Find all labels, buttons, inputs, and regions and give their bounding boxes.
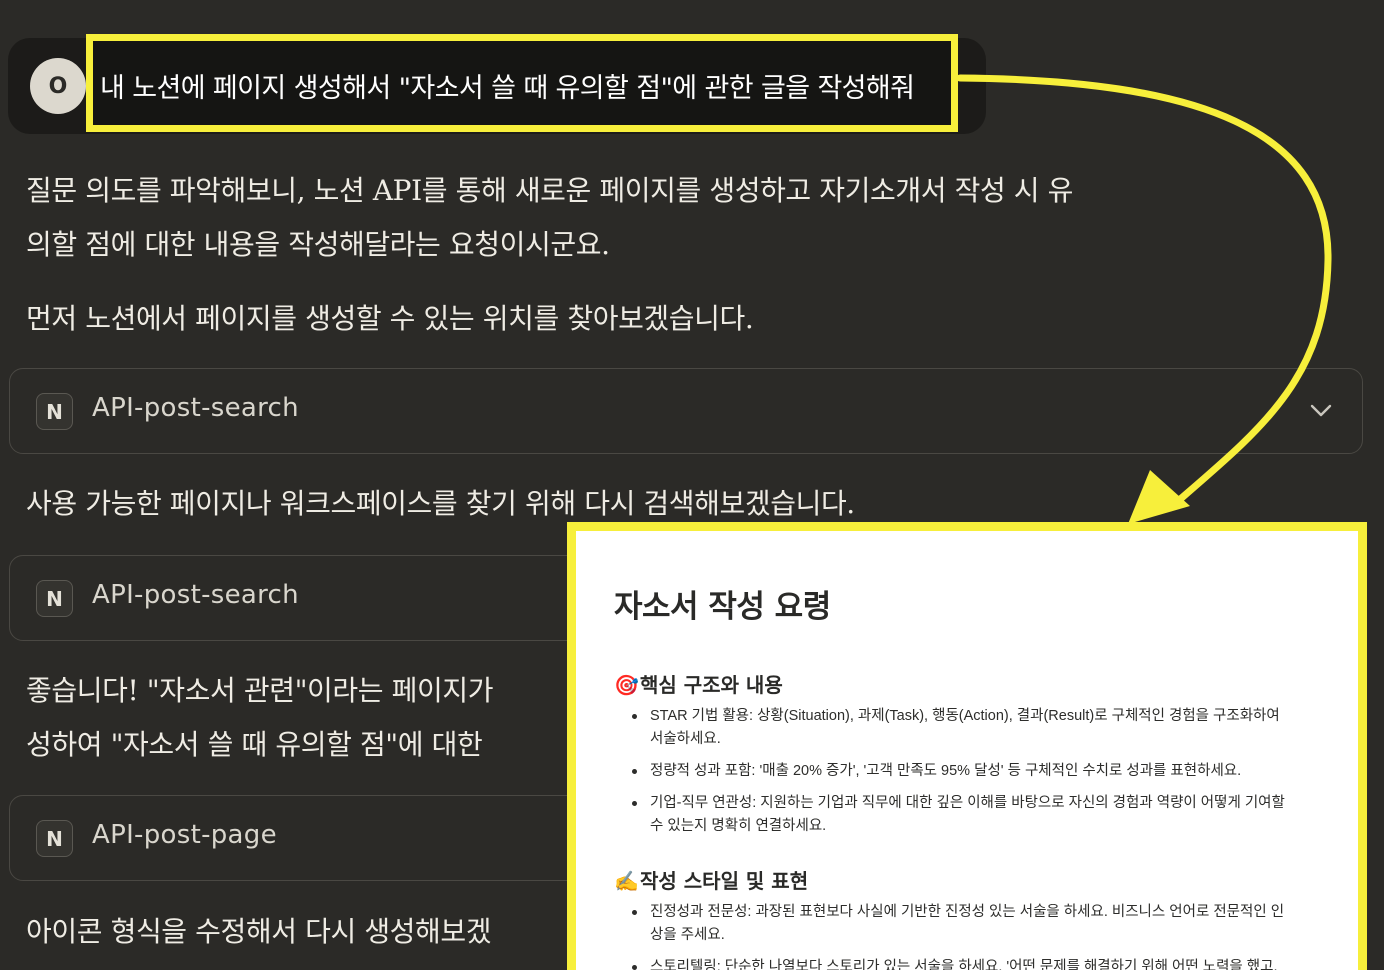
user-avatar[interactable]: O bbox=[30, 58, 86, 114]
list-item: STAR 기법 활용: 상황(Situation), 과제(Task), 행동(… bbox=[628, 705, 1288, 751]
assistant-paragraph-intent-line2: 의할 점에 대한 내용을 작성해달라는 요청이시군요. bbox=[26, 228, 610, 261]
assistant-paragraph-found-line2: 성하여 "자소서 쓸 때 유의할 점"에 대한 bbox=[26, 728, 483, 761]
assistant-paragraph-icon-fix: 아이콘 형식을 수정해서 다시 생성해보겠 bbox=[26, 915, 492, 948]
assistant-paragraph-search: 먼저 노션에서 페이지를 생성할 수 있는 위치를 찾아보겠습니다. bbox=[26, 302, 754, 335]
tool-call-name: API-post-search bbox=[92, 393, 299, 423]
notion-page-title: 자소서 작성 요령 bbox=[614, 589, 831, 625]
list-item: 정량적 성과 포함: '매출 20% 증가', '고객 만족도 95% 달성' … bbox=[628, 760, 1288, 783]
tool-call-name: API-post-page bbox=[92, 820, 277, 850]
notion-icon: N bbox=[36, 393, 73, 430]
notion-heading-structure: 🎯핵심 구조와 내용 bbox=[614, 669, 783, 698]
notion-list-style: 진정성과 전문성: 과장된 표현보다 사실에 기반한 진정성 있는 서술을 하세… bbox=[628, 901, 1288, 970]
list-item: 기업-직무 연관성: 지원하는 기업과 직무에 대한 깊은 이해를 바탕으로 자… bbox=[628, 792, 1288, 838]
list-item: 스토리텔링: 단순한 나열보다 스토리가 있는 서술을 하세요. '어떤 문제를… bbox=[628, 956, 1288, 970]
notion-page-preview: 자소서 작성 요령 🎯핵심 구조와 내용 STAR 기법 활용: 상황(Situ… bbox=[567, 522, 1367, 970]
notion-icon: N bbox=[36, 580, 73, 617]
assistant-paragraph-intent-line1: 질문 의도를 파악해보니, 노션 API를 통해 새로운 페이지를 생성하고 자… bbox=[26, 174, 1074, 207]
notion-heading-text: 핵심 구조와 내용 bbox=[640, 673, 783, 697]
notion-heading-text: 작성 스타일 및 표현 bbox=[640, 869, 809, 893]
chat-screen: O 내 노션에 페이지 생성해서 "자소서 쓸 때 유의할 점"에 관한 글을 … bbox=[0, 0, 1384, 970]
assistant-paragraph-found-line1: 좋습니다! "자소서 관련"이라는 페이지가 bbox=[26, 674, 494, 707]
target-icon: 🎯 bbox=[614, 673, 639, 697]
list-item: 진정성과 전문성: 과장된 표현보다 사실에 기반한 진정성 있는 서술을 하세… bbox=[628, 901, 1288, 947]
writing-hand-icon: ✍️ bbox=[614, 869, 639, 893]
notion-heading-style: ✍️작성 스타일 및 표현 bbox=[614, 865, 808, 894]
user-message-text: 내 노션에 페이지 생성해서 "자소서 쓸 때 유의할 점"에 관한 글을 작성… bbox=[100, 73, 915, 104]
notion-icon: N bbox=[36, 820, 73, 857]
tool-call-name: API-post-search bbox=[92, 580, 299, 610]
tool-call-card-search-1[interactable]: N API-post-search bbox=[9, 368, 1363, 454]
notion-list-structure: STAR 기법 활용: 상황(Situation), 과제(Task), 행동(… bbox=[628, 705, 1288, 847]
chevron-down-icon[interactable] bbox=[1308, 397, 1334, 423]
